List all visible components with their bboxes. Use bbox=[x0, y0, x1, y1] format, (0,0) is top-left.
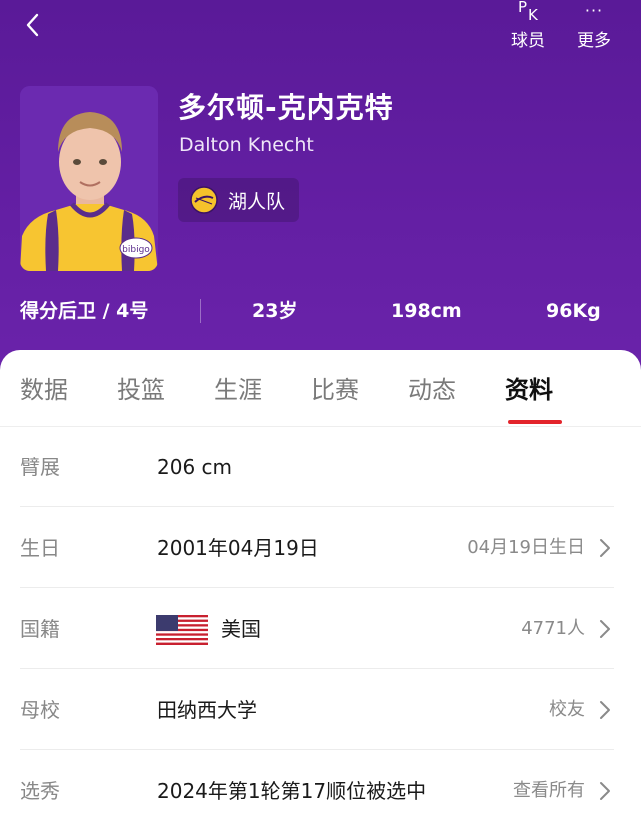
chevron-right-icon[interactable] bbox=[599, 699, 611, 721]
team-chip[interactable]: 湖人队 bbox=[178, 178, 300, 222]
tab-games[interactable]: 比赛 bbox=[311, 370, 359, 405]
position-number: 得分后卫 / 4号 bbox=[20, 300, 149, 322]
back-chevron-icon[interactable] bbox=[18, 6, 48, 40]
row-value: 206 cm bbox=[157, 455, 233, 479]
more-label: 更多 bbox=[577, 31, 611, 51]
row-divider bbox=[20, 506, 614, 507]
player-weight: 96Kg bbox=[546, 300, 601, 322]
tab-data[interactable]: 数据 bbox=[20, 370, 68, 405]
row-divider bbox=[20, 749, 614, 750]
jersey-sponsor-text: bibigo bbox=[122, 245, 150, 255]
row-label: 生日 bbox=[20, 536, 60, 560]
player-name-cn: 多尔顿-克内克特 bbox=[178, 91, 394, 124]
row-label: 臂展 bbox=[20, 455, 60, 479]
pk-label: 球员 bbox=[511, 31, 545, 51]
more-dots-icon: ··· bbox=[584, 1, 604, 20]
tab-bar: 数据 投篮 生涯 比赛 动态 资料 bbox=[0, 350, 641, 426]
pk-icon: PK bbox=[518, 0, 538, 24]
row-right-text[interactable]: 查看所有 bbox=[513, 751, 585, 831]
player-photo: bibigo bbox=[20, 86, 158, 271]
usa-flag-icon bbox=[156, 615, 208, 645]
lakers-logo-icon bbox=[190, 186, 218, 214]
row-right-text[interactable]: 校友 bbox=[549, 670, 585, 750]
stat-divider bbox=[200, 299, 201, 323]
row-right-text[interactable]: 04月19日生日 bbox=[467, 508, 585, 588]
player-header: PK 球员 ··· 更多 bibigo 多尔顿-克内克特 Dalton Knec… bbox=[0, 0, 641, 370]
tab-news[interactable]: 动态 bbox=[408, 370, 456, 405]
info-row-wingspan: 臂展 206 cm bbox=[0, 427, 641, 507]
row-value: 美国 bbox=[221, 617, 261, 641]
row-label: 国籍 bbox=[20, 617, 60, 641]
info-row-draft[interactable]: 选秀 2024年第1轮第17顺位被选中 查看所有 bbox=[0, 751, 641, 831]
tab-profile[interactable]: 资料 bbox=[505, 370, 553, 405]
chevron-right-icon[interactable] bbox=[599, 618, 611, 640]
info-row-school[interactable]: 母校 田纳西大学 校友 bbox=[0, 670, 641, 750]
row-value: 田纳西大学 bbox=[157, 698, 257, 722]
info-row-birthday[interactable]: 生日 2001年04月19日 04月19日生日 bbox=[0, 508, 641, 588]
info-row-nationality[interactable]: 国籍 美国 4771人 bbox=[0, 589, 641, 669]
player-name-en: Dalton Knecht bbox=[179, 134, 314, 156]
chevron-right-icon[interactable] bbox=[599, 780, 611, 802]
pk-button[interactable]: PK 球员 bbox=[508, 0, 548, 51]
team-name: 湖人队 bbox=[228, 190, 286, 213]
player-height: 198cm bbox=[391, 300, 462, 322]
row-right-text[interactable]: 4771人 bbox=[521, 589, 585, 669]
active-tab-indicator bbox=[508, 420, 562, 424]
row-label: 母校 bbox=[20, 698, 60, 722]
more-button[interactable]: ··· 更多 bbox=[574, 0, 614, 51]
tab-career[interactable]: 生涯 bbox=[214, 370, 262, 405]
content-panel: 数据 投篮 生涯 比赛 动态 资料 臂展 206 cm 生日 2001年04月1… bbox=[0, 350, 641, 833]
row-divider bbox=[20, 668, 614, 669]
row-label: 选秀 bbox=[20, 779, 60, 803]
player-avatar: bibigo bbox=[20, 86, 158, 271]
tab-shooting[interactable]: 投篮 bbox=[117, 370, 165, 405]
row-divider bbox=[20, 587, 614, 588]
row-value: 2001年04月19日 bbox=[157, 536, 319, 560]
row-value: 2024年第1轮第17顺位被选中 bbox=[157, 779, 427, 803]
chevron-right-icon[interactable] bbox=[599, 537, 611, 559]
player-age: 23岁 bbox=[252, 300, 298, 322]
player-stats-row: 得分后卫 / 4号 23岁 198cm 96Kg bbox=[0, 296, 641, 328]
